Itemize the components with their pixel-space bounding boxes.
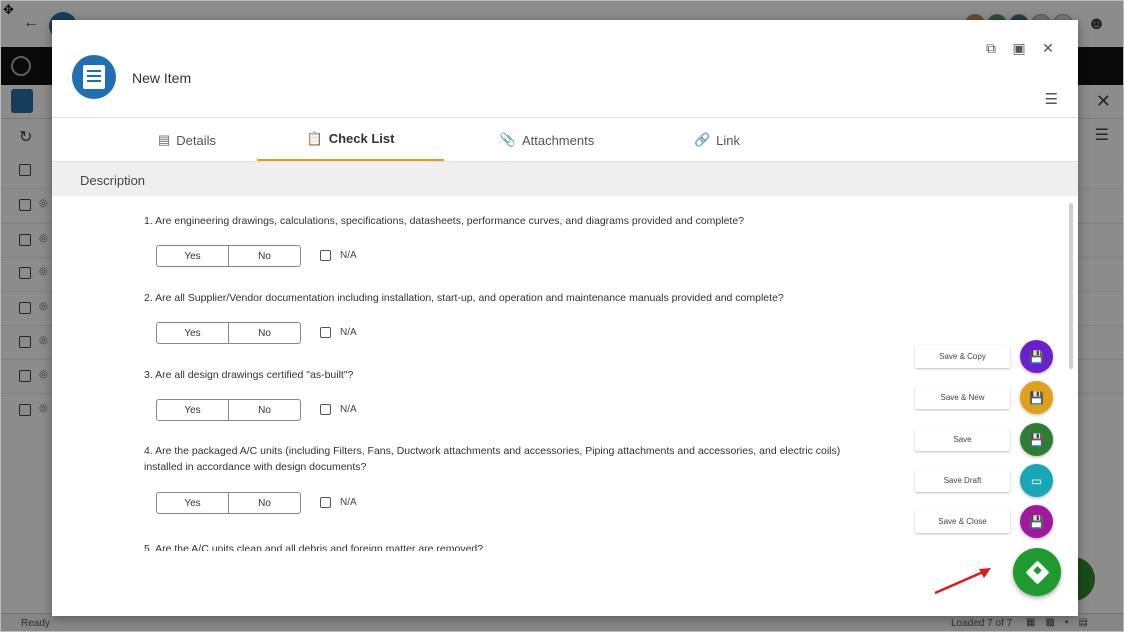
yes-no-toggle: Yes No xyxy=(156,399,301,421)
details-icon: ▤ xyxy=(157,132,171,147)
yes-option[interactable]: Yes xyxy=(157,323,228,343)
save-new-icon[interactable]: 💾 xyxy=(1020,381,1053,414)
na-checkbox[interactable]: N/A xyxy=(320,404,357,415)
tab-check-list[interactable]: 📋 Check List xyxy=(257,118,444,162)
no-option[interactable]: No xyxy=(228,246,300,266)
question-text: 4. Are the packaged A/C units (including… xyxy=(144,445,841,473)
tab-link[interactable]: 🔗 Link xyxy=(642,118,792,162)
dialog-title: New Item xyxy=(132,70,192,86)
checkbox[interactable] xyxy=(320,404,331,415)
screen: ← ☻ ✕ ↻ ☰ ◎ ◎ ◎ ◎ ◎ ◎ ◎ Ready Loaded 7 o… xyxy=(0,0,1124,632)
yes-no-toggle: Yes No xyxy=(156,322,301,344)
tab-label: Link xyxy=(716,132,741,148)
dialog-menu-icon[interactable]: ☰ xyxy=(1045,90,1058,108)
save-new-label[interactable]: Save & New xyxy=(915,386,1010,409)
checkbox[interactable] xyxy=(320,497,331,508)
yes-no-toggle: Yes No xyxy=(156,245,301,267)
na-checkbox[interactable]: N/A xyxy=(320,250,357,261)
tab-label: Check List xyxy=(328,131,395,146)
close-dialog-icon[interactable]: ✕ xyxy=(1039,39,1057,57)
yes-option[interactable]: Yes xyxy=(157,246,228,266)
paperclip-icon: 📎 xyxy=(499,132,516,147)
save-draft-label[interactable]: Save Draft xyxy=(915,469,1010,492)
question-text: 3. Are all design drawings certified "as… xyxy=(144,369,354,381)
fullscreen-icon[interactable]: ▣ xyxy=(1010,39,1028,57)
dialog-header: New Item ⧉ ▣ ✕ ☰ xyxy=(52,20,1078,117)
checkbox[interactable] xyxy=(320,327,331,338)
na-label: N/A xyxy=(340,497,357,508)
question-text: 5. Are the A/C units clean and all debri… xyxy=(144,543,484,551)
yes-option[interactable]: Yes xyxy=(157,493,228,513)
yes-no-toggle: Yes No xyxy=(156,492,301,514)
checklist-app-icon xyxy=(72,55,116,99)
tab-details[interactable]: ▤ Details xyxy=(112,118,262,162)
dialog-tabs: ▤ Details 📋 Check List 📎 Attachments 🔗 L… xyxy=(52,117,1078,162)
question-text: 2. Are all Supplier/Vendor documentation… xyxy=(144,292,784,304)
save-icon[interactable]: 💾 xyxy=(1020,423,1053,456)
save-speed-dial-button[interactable] xyxy=(1013,548,1061,596)
na-label: N/A xyxy=(340,250,357,261)
link-icon: 🔗 xyxy=(693,132,711,147)
tab-attachments[interactable]: 📎 Attachments xyxy=(472,118,622,162)
save-close-icon[interactable]: 💾 xyxy=(1020,505,1053,538)
na-label: N/A xyxy=(340,404,357,415)
save-copy-label[interactable]: Save & Copy xyxy=(915,345,1010,368)
checkbox[interactable] xyxy=(320,250,331,261)
save-draft-icon[interactable]: ▭ xyxy=(1020,464,1053,497)
red-arrow-annotation xyxy=(934,568,991,595)
open-external-icon[interactable]: ⧉ xyxy=(982,39,1000,57)
scrollbar-thumb[interactable] xyxy=(1069,203,1073,369)
question-text: 1. Are engineering drawings, calculation… xyxy=(144,215,745,227)
save-label[interactable]: Save xyxy=(915,428,1010,451)
no-option[interactable]: No xyxy=(228,493,300,513)
tab-label: Attachments xyxy=(521,132,595,148)
no-option[interactable]: No xyxy=(228,400,300,420)
yes-option[interactable]: Yes xyxy=(157,400,228,420)
save-copy-icon[interactable]: 💾 xyxy=(1020,340,1053,373)
na-label: N/A xyxy=(340,327,357,338)
description-header: Description xyxy=(52,161,1078,196)
tab-label: Details xyxy=(176,132,217,148)
clipboard-icon: 📋 xyxy=(306,130,323,146)
save-close-label[interactable]: Save & Close xyxy=(915,510,1010,533)
save-diamond-icon xyxy=(1024,559,1050,585)
na-checkbox[interactable]: N/A xyxy=(320,327,357,338)
na-checkbox[interactable]: N/A xyxy=(320,497,357,508)
no-option[interactable]: No xyxy=(228,323,300,343)
checklist-questions: 1. Are engineering drawings, calculation… xyxy=(52,196,1064,551)
